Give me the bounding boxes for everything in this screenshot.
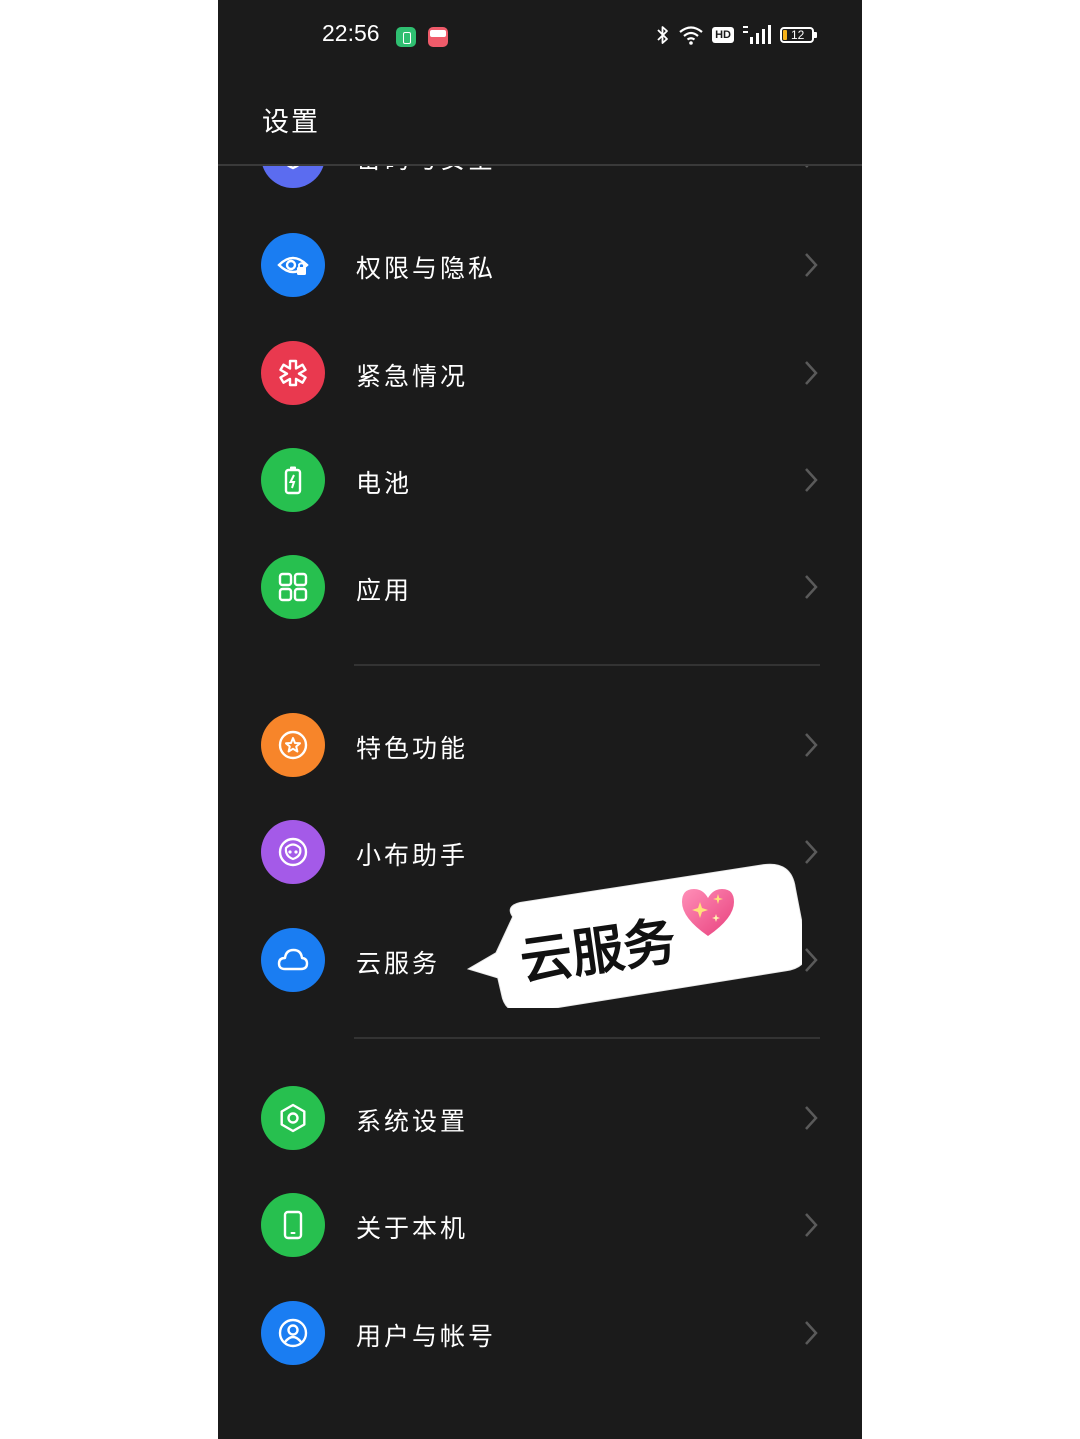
sparkling-heart-icon (682, 889, 734, 936)
chevron-right-icon (805, 166, 809, 168)
settings-item-label: 密码与安全 (356, 166, 496, 176)
settings-item-label: 系统设置 (356, 1107, 469, 1136)
battery-indicator: 12 (780, 27, 817, 43)
settings-item-label: 云服务 (356, 949, 441, 978)
cloud-icon (261, 928, 325, 992)
cloud-service-sticker: 云服务 (462, 858, 802, 1008)
notification-app-icon (396, 27, 416, 47)
settings-item-apps[interactable]: 应用 (218, 537, 862, 637)
status-indicators: HD 12 (656, 24, 817, 46)
settings-item-label: 权限与隐私 (356, 254, 497, 283)
settings-item-label: 特色功能 (356, 734, 469, 763)
chevron-right-icon (805, 1106, 818, 1130)
shield-icon (261, 166, 325, 188)
settings-item-emergency[interactable]: 紧急情况 (218, 323, 862, 423)
settings-item-label: 紧急情况 (356, 362, 469, 391)
chevron-right-icon (805, 468, 818, 492)
notification-app-icon (428, 27, 448, 47)
chevron-right-icon (805, 361, 818, 385)
section-divider (354, 1037, 820, 1039)
chevron-right-icon (805, 1321, 818, 1345)
assistant-icon (261, 820, 325, 884)
battery-level: 12 (791, 28, 805, 42)
wifi-icon (679, 26, 703, 45)
status-bar: 22:56 HD 12 (218, 0, 862, 76)
page-title: 设置 (262, 107, 320, 138)
star-badge-icon (261, 713, 325, 777)
user-account-icon (261, 1301, 325, 1365)
battery-icon (261, 448, 325, 512)
settings-item-label: 小布助手 (356, 841, 469, 870)
chevron-right-icon (805, 948, 818, 972)
settings-item-privacy[interactable]: 权限与隐私 (218, 215, 862, 315)
emergency-asterisk-icon (261, 341, 325, 405)
bluetooth-icon (657, 26, 669, 44)
chevron-right-icon (805, 253, 818, 277)
settings-item-users-accounts[interactable]: 用户与帐号 (218, 1283, 862, 1383)
settings-item-about-phone[interactable]: 关于本机 (218, 1175, 862, 1275)
settings-item-features[interactable]: 特色功能 (218, 695, 862, 795)
settings-item-password-security[interactable]: 密码与安全 (218, 166, 862, 206)
settings-item-label: 关于本机 (356, 1214, 469, 1243)
settings-item-label: 用户与帐号 (356, 1322, 497, 1351)
chevron-right-icon (805, 575, 818, 599)
chevron-right-icon (805, 1213, 818, 1237)
settings-screen: 22:56 HD 12 设置 权限与隐私 紧急情况 电池 应用 特色功能 小布助… (218, 0, 862, 1439)
settings-list[interactable]: 密码与安全 权限与隐私 (218, 166, 862, 1439)
system-hexagon-icon (261, 1086, 325, 1150)
settings-item-label: 电池 (356, 469, 413, 498)
header-divider (218, 164, 862, 166)
settings-item-system[interactable]: 系统设置 (218, 1068, 862, 1168)
chevron-right-icon (805, 733, 818, 757)
settings-item-battery[interactable]: 电池 (218, 430, 862, 530)
privacy-eye-icon (261, 233, 325, 297)
settings-item-label: 应用 (356, 576, 413, 605)
apps-grid-icon (261, 555, 325, 619)
hd-badge: HD (712, 27, 734, 43)
status-time: 22:56 (322, 20, 380, 46)
chevron-right-icon (805, 840, 818, 864)
phone-icon (261, 1193, 325, 1257)
battery-fill (783, 30, 787, 40)
section-divider (354, 664, 820, 666)
cellular-signal-icon (743, 25, 771, 44)
